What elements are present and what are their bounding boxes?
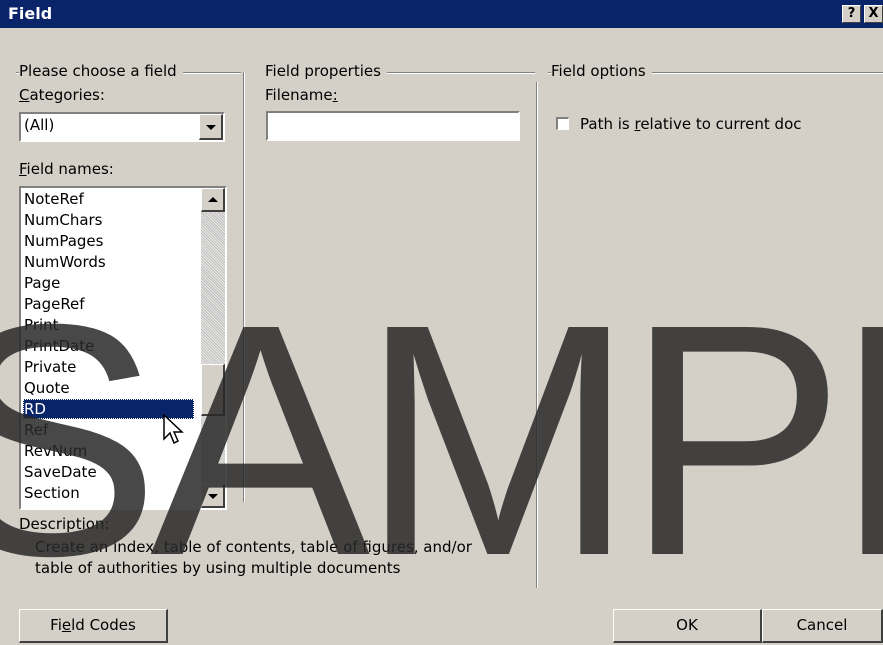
filename-label: Filename:	[265, 86, 338, 104]
mouse-pointer-icon	[163, 414, 184, 445]
categories-label: Categories:	[19, 86, 105, 104]
list-scrollbar[interactable]	[201, 188, 225, 508]
options-group-label: Field options	[551, 62, 652, 80]
separator-right	[536, 82, 538, 588]
properties-group-label: Field properties	[265, 62, 387, 80]
arrow-up-icon	[207, 196, 218, 202]
field-codes-button[interactable]: Field Codes	[19, 609, 168, 643]
description-line-2: table of authorities by using multiple d…	[35, 559, 401, 577]
description-line-1: Create an index, table of contents, tabl…	[35, 538, 472, 556]
field-name-item[interactable]: NumChars	[23, 210, 194, 230]
ok-button[interactable]: OK	[613, 609, 762, 643]
field-name-item[interactable]: Quote	[23, 378, 194, 398]
arrow-down-icon	[207, 493, 218, 499]
close-button[interactable]: X	[864, 5, 883, 23]
field-names-label: Field names:	[19, 160, 114, 178]
field-name-item[interactable]: PageRef	[23, 294, 194, 314]
scroll-thumb[interactable]	[201, 364, 225, 416]
description-text: Create an index, table of contents, tabl…	[35, 537, 472, 579]
scroll-down-button[interactable]	[201, 484, 225, 508]
chevron-down-icon	[205, 124, 216, 130]
choose-group-label: Please choose a field	[19, 62, 183, 80]
field-name-item[interactable]: Print	[23, 315, 194, 335]
separator-left	[243, 72, 245, 502]
field-name-item[interactable]: NoteRef	[23, 189, 194, 209]
scroll-up-button[interactable]	[201, 188, 225, 212]
field-name-item[interactable]: PrintDate	[23, 336, 194, 356]
field-name-item[interactable]: NumWords	[23, 252, 194, 272]
field-name-item[interactable]: Page	[23, 273, 194, 293]
field-name-item[interactable]: Private	[23, 357, 194, 377]
categories-value: (All)	[24, 116, 55, 134]
description-label: Description:	[19, 515, 110, 533]
field-names-list[interactable]: NoteRef NumChars NumPages NumWords Page PageR…	[19, 186, 227, 510]
categories-dropdown-button[interactable]	[199, 114, 223, 140]
field-name-item[interactable]: SaveDate	[23, 462, 194, 482]
path-relative-checkbox[interactable]	[556, 117, 569, 130]
title-bar[interactable]: Field ? X	[0, 0, 883, 28]
field-dialog: Field ? X Please choose a field Categori…	[0, 0, 883, 645]
path-relative-label[interactable]: Path is relative to current doc	[580, 115, 802, 133]
dialog-title: Field	[8, 4, 53, 23]
field-name-item[interactable]: NumPages	[23, 231, 194, 251]
filename-input[interactable]	[266, 111, 520, 141]
cancel-button[interactable]: Cancel	[762, 609, 883, 643]
help-button[interactable]: ?	[842, 5, 861, 23]
field-name-item[interactable]: Section	[23, 483, 194, 503]
categories-combo[interactable]: (All)	[19, 112, 225, 142]
